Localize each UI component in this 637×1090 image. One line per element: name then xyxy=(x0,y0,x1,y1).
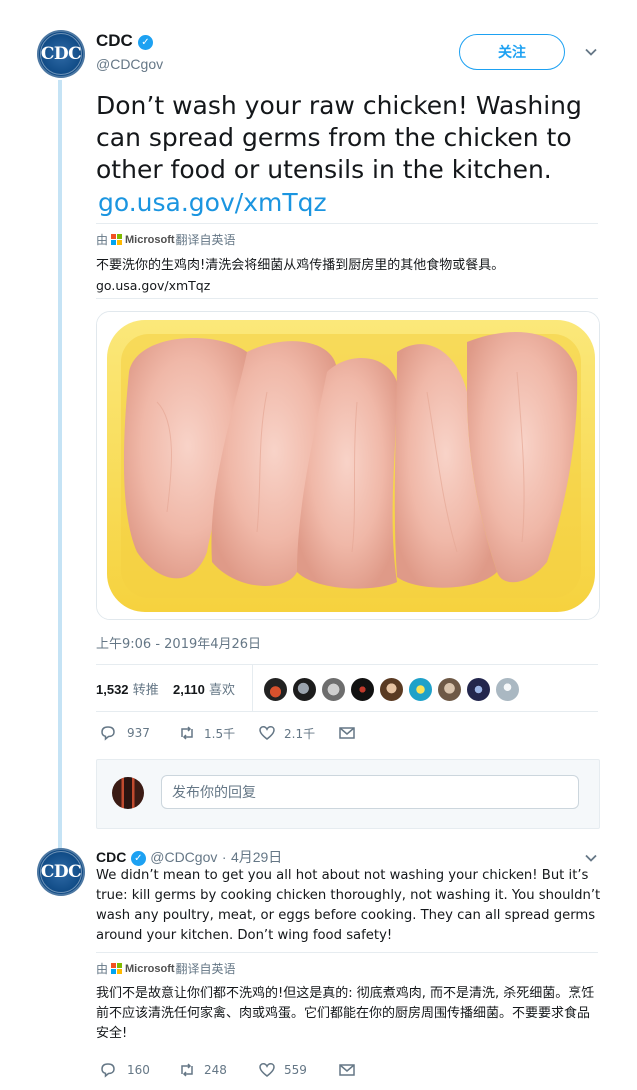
stats-divider xyxy=(252,665,253,711)
like-action[interactable]: 559 xyxy=(258,1061,307,1079)
liker-avatar[interactable] xyxy=(263,677,288,702)
author-handle[interactable]: @CDCgov xyxy=(96,56,163,72)
likes-count: 2,110 xyxy=(173,682,205,697)
like-action[interactable]: 2.1千 xyxy=(258,724,315,742)
tweet-timestamp[interactable]: 上午9:06 - 2019年4月26日 xyxy=(96,633,261,652)
translation-link[interactable]: go.usa.gov/xmTqz xyxy=(96,276,210,296)
retweets-stat[interactable]: 1,532 转推 xyxy=(96,679,159,698)
message-action[interactable] xyxy=(338,1061,356,1079)
author-name[interactable]: CDC xyxy=(96,31,133,50)
liker-avatar[interactable] xyxy=(292,677,317,702)
liker-avatar[interactable] xyxy=(379,677,404,702)
reply-composer: 发布你的回复 xyxy=(96,759,600,829)
author-header: CDC ✓ xyxy=(96,31,153,51)
tweet-text: Don’t wash your raw chicken! Washing can… xyxy=(96,91,582,184)
engagement-stats: 1,532 转推 2,110 喜欢 xyxy=(96,664,598,712)
retweets-count: 1,532 xyxy=(96,682,129,697)
translation-label[interactable]: 由 Microsoft 翻译自英语 xyxy=(96,231,236,248)
divider xyxy=(96,952,598,953)
divider xyxy=(96,223,598,224)
heart-icon xyxy=(259,1063,275,1077)
translation-prefix: 由 xyxy=(96,962,109,976)
heart-icon xyxy=(259,726,275,740)
thread-line xyxy=(58,80,62,850)
like-count: 2.1千 xyxy=(284,726,316,741)
liker-avatar[interactable] xyxy=(350,677,375,702)
user-avatar xyxy=(112,777,144,809)
likes-stat[interactable]: 2,110 喜欢 xyxy=(173,679,235,698)
divider xyxy=(96,298,598,299)
chicken-tray-image xyxy=(97,312,599,619)
translation-label[interactable]: 由 Microsoft 翻译自英语 xyxy=(96,960,236,977)
liker-avatar[interactable] xyxy=(321,677,346,702)
translation-brand: Microsoft xyxy=(125,233,175,246)
reply-action[interactable]: 160 xyxy=(99,1061,150,1079)
retweet-icon xyxy=(181,1063,193,1077)
reply-author-handle[interactable]: @CDCgov xyxy=(150,849,217,865)
reply-icon xyxy=(101,1063,115,1078)
liker-avatar[interactable] xyxy=(495,677,520,702)
reply-count: 160 xyxy=(127,1063,150,1077)
retweet-count: 248 xyxy=(204,1063,227,1077)
follow-button[interactable]: 关注 xyxy=(459,34,565,70)
reply-count: 937 xyxy=(127,726,150,740)
tweet-image[interactable] xyxy=(96,311,600,620)
microsoft-logo-icon xyxy=(111,963,123,974)
reply-placeholder: 发布你的回复 xyxy=(172,785,256,801)
reply-translation-text: 我们不是故意让你们都不洗鸡的!但这是真的: 彻底煮鸡肉, 而不是清洗, 杀死细菌… xyxy=(96,986,595,1041)
translation-brand: Microsoft xyxy=(125,962,175,975)
chevron-down-icon[interactable] xyxy=(584,45,598,59)
liker-avatar[interactable] xyxy=(437,677,462,702)
retweets-label: 转推 xyxy=(132,683,159,698)
envelope-icon xyxy=(339,1064,355,1076)
header-separator: · xyxy=(221,849,227,865)
reply-tweet-text: We didn’t mean to get you all hot about … xyxy=(96,868,601,943)
author-avatar[interactable]: CDC xyxy=(37,30,85,78)
microsoft-logo-icon xyxy=(111,234,123,245)
retweet-action[interactable]: 248 xyxy=(178,1061,227,1079)
reply-action[interactable]: 937 xyxy=(99,724,150,742)
like-count: 559 xyxy=(284,1063,307,1077)
reply-header: CDC ✓ @CDCgov · 4月29日 xyxy=(96,847,282,867)
translation-prefix: 由 xyxy=(96,233,109,247)
reply-date[interactable]: 4月29日 xyxy=(231,849,282,865)
reply-author-avatar[interactable]: CDC xyxy=(37,848,85,896)
chevron-down-icon[interactable] xyxy=(584,851,598,865)
likes-label: 喜欢 xyxy=(208,683,235,698)
verified-icon: ✓ xyxy=(130,851,146,866)
reply-input[interactable]: 发布你的回复 xyxy=(161,775,579,809)
translation-text: 不要洗你的生鸡肉!清洗会将细菌从鸡传播到厨房里的其他食物或餐具。 xyxy=(96,258,505,273)
tweet-link[interactable]: go.usa.gov/xmTqz xyxy=(98,188,327,217)
translation-suffix: 翻译自英语 xyxy=(175,233,236,247)
retweet-count: 1.5千 xyxy=(204,726,236,741)
envelope-icon xyxy=(339,727,355,739)
liker-avatar[interactable] xyxy=(408,677,433,702)
verified-icon: ✓ xyxy=(137,35,153,50)
liker-avatar[interactable] xyxy=(466,677,491,702)
reply-author-name[interactable]: CDC xyxy=(96,849,126,865)
reply-icon xyxy=(101,726,115,741)
message-action[interactable] xyxy=(338,724,356,742)
retweet-action[interactable]: 1.5千 xyxy=(178,724,235,742)
retweet-icon xyxy=(181,726,193,740)
translation-suffix: 翻译自英语 xyxy=(175,962,236,976)
